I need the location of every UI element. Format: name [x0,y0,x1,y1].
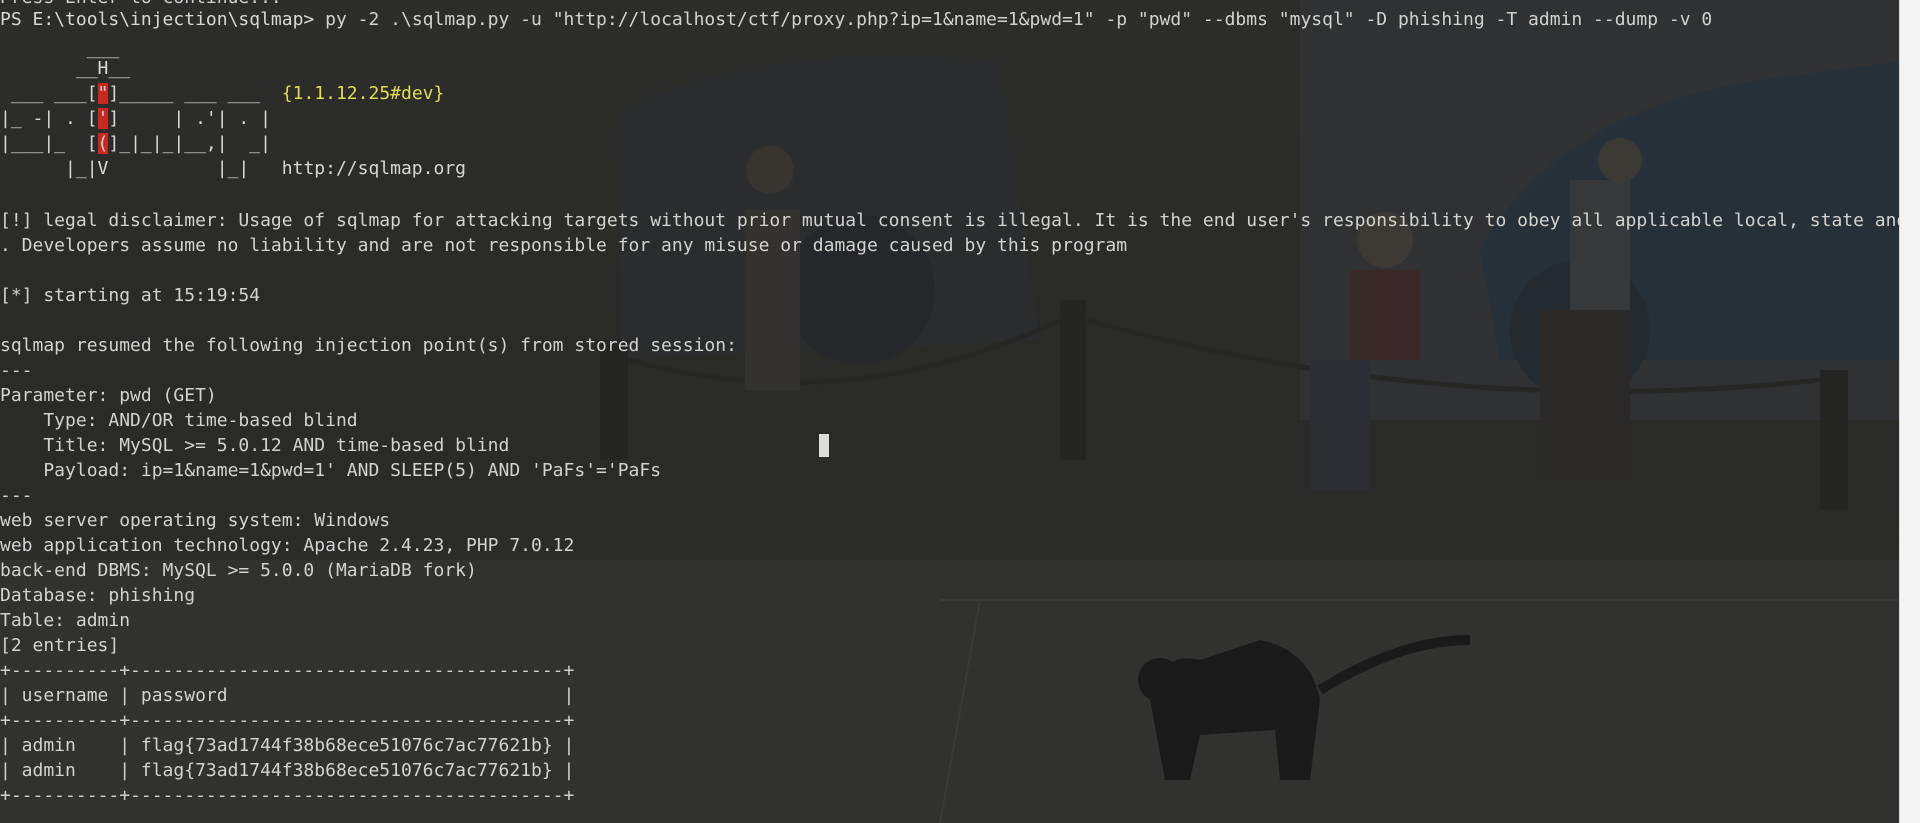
table-row: | admin | flag{73ad1744f38b68ece51076c7a… [0,735,575,756]
title-line: Title: MySQL >= 5.0.12 AND time-based bl… [0,435,510,456]
dbms-line: back-end DBMS: MySQL >= 5.0.0 (MariaDB f… [0,560,477,581]
logo-red-segment: ' [97,108,109,129]
banner-logo-line-5: |___|_ [(]_|_|_|__,| _| [0,132,271,157]
logo-segment: |_ -| . [ [0,108,98,129]
starting-time: [*] starting at 15:19:54 [0,285,261,306]
logo-segment: |_|V |_| [0,158,282,179]
sqlmap-site-link[interactable]: http://sqlmap.org [282,158,466,179]
logo-red-segment: " [97,83,109,104]
entries-line: [2 entries] [0,635,120,656]
payload-line: Payload: ip=1&name=1&pwd=1' AND SLEEP(5)… [0,460,662,481]
type-line: Type: AND/OR time-based blind [0,410,358,431]
vertical-scrollbar[interactable] [1899,0,1920,823]
command-text: py -2 .\sqlmap.py -u "http://localhost/c… [314,9,1713,30]
table-border-top: +----------+----------------------------… [0,660,575,681]
logo-segment: ] | .'| . | [108,108,271,129]
version-label: {1.1.12.25#dev} [281,83,445,104]
banner-logo-line-2: __H__ [0,58,131,79]
disclaimer-line-2: . Developers assume no liability and are… [0,235,1128,256]
logo-segment: ]_____ ___ ___ [108,83,282,104]
terminal-output[interactable]: Press Enter to continue... PS E:\tools\i… [0,0,1920,823]
command-line: PS E:\tools\injection\sqlmap> py -2 .\sq… [0,8,1712,33]
table-header: | username | password | [0,685,575,706]
logo-segment: ]_|_|_|__,| _| [108,133,271,154]
logo-red-segment: ( [97,133,109,154]
database-line: Database: phishing [0,585,196,606]
tech-line: web application technology: Apache 2.4.2… [0,535,575,556]
logo-segment: ___ ___[ [0,83,98,104]
separator: --- [0,360,33,381]
os-line: web server operating system: Windows [0,510,391,531]
separator-end: --- [0,485,33,506]
table-border-mid: +----------+----------------------------… [0,710,575,731]
banner-logo-line-6: |_|V |_| http://sqlmap.org [0,157,466,182]
terminal-window: Press Enter to continue... PS E:\tools\i… [0,0,1920,823]
banner-logo-line-4: |_ -| . ['] | .'| . | [0,107,271,132]
table-border-bottom: +----------+----------------------------… [0,785,575,806]
logo-segment: |___|_ [ [0,133,98,154]
resumed-message: sqlmap resumed the following injection p… [0,335,737,356]
disclaimer-line-1: [!] legal disclaimer: Usage of sqlmap fo… [0,210,1920,231]
table-line: Table: admin [0,610,131,631]
prompt-path: PS E:\tools\injection\sqlmap> [0,9,315,30]
table-row: | admin | flag{73ad1744f38b68ece51076c7a… [0,760,575,781]
parameter-line: Parameter: pwd (GET) [0,385,217,406]
text-cursor [819,434,829,457]
scrollbar-thumb[interactable] [1904,2,1916,821]
banner-logo-line-3: ___ ___["]_____ ___ ___ {1.1.12.25#dev} [0,82,444,107]
